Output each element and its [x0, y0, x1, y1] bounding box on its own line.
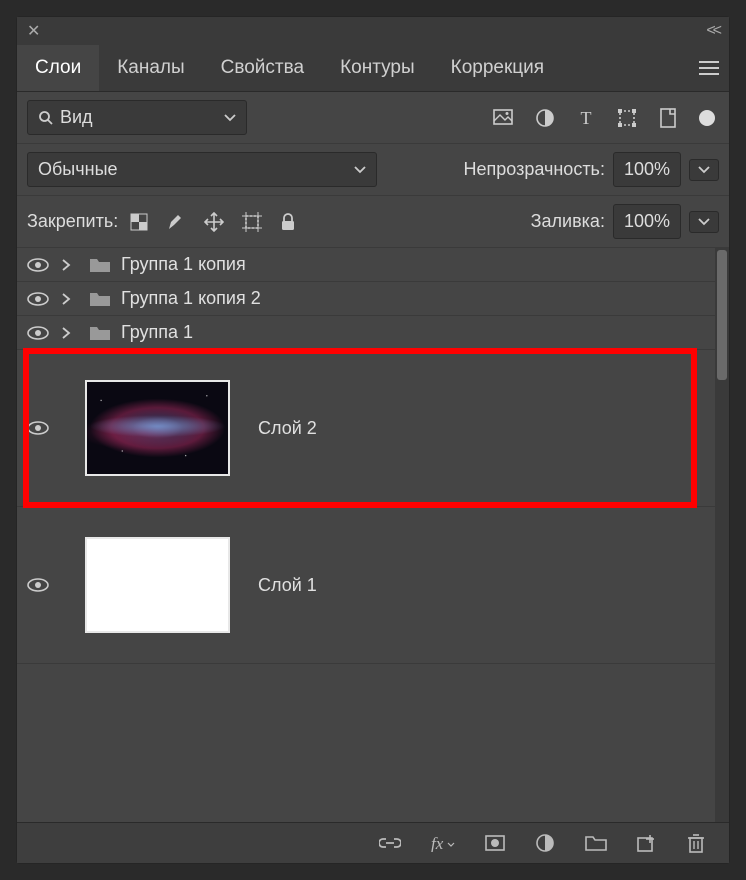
lock-transparency-icon[interactable]: [130, 213, 148, 231]
new-group-icon[interactable]: [585, 834, 607, 852]
filter-type-icon[interactable]: T: [577, 109, 595, 127]
layer-group-row[interactable]: Группа 1 копия: [17, 248, 715, 282]
tab-adjustments[interactable]: Коррекция: [433, 45, 562, 91]
folder-icon: [89, 290, 111, 308]
folder-icon: [89, 324, 111, 342]
layer-mask-icon[interactable]: [485, 835, 505, 851]
blend-mode-value: Обычные: [38, 159, 118, 180]
lock-pixels-icon[interactable]: [166, 212, 186, 232]
layers-footer: fx: [17, 822, 729, 863]
tab-channels[interactable]: Каналы: [99, 45, 202, 91]
panel-menu-icon[interactable]: [689, 45, 729, 91]
layer-name[interactable]: Группа 1: [121, 322, 193, 343]
layers-panel: ✕ << Слои Каналы Свойства Контуры Коррек…: [16, 16, 730, 864]
search-icon: [38, 110, 54, 126]
lock-row: Закрепить: Заливка: 100%: [17, 196, 729, 248]
svg-text:T: T: [581, 109, 592, 127]
tab-layers[interactable]: Слои: [17, 45, 99, 91]
layer-group-row[interactable]: Группа 1 копия 2: [17, 282, 715, 316]
layers-list: Группа 1 копия Группа 1 копия 2 Группа 1: [17, 248, 729, 822]
layer-name[interactable]: Слой 1: [258, 575, 317, 596]
layer-name[interactable]: Группа 1 копия 2: [121, 288, 261, 309]
visibility-toggle[interactable]: [25, 326, 51, 340]
folder-icon: [89, 256, 111, 274]
layer-name[interactable]: Группа 1 копия: [121, 254, 246, 275]
expand-toggle[interactable]: [61, 327, 79, 339]
lock-all-icon[interactable]: [280, 213, 296, 231]
lock-artboard-icon[interactable]: [242, 212, 262, 232]
close-icon[interactable]: ✕: [27, 21, 40, 41]
filter-label: Вид: [60, 107, 93, 128]
lock-position-icon[interactable]: [204, 212, 224, 232]
visibility-toggle[interactable]: [25, 292, 51, 306]
fill-value[interactable]: 100%: [613, 204, 681, 239]
chevron-down-icon: [224, 114, 236, 122]
filter-row: Вид T: [17, 92, 729, 144]
filter-pixel-icon[interactable]: [493, 109, 513, 127]
panel-tabs: Слои Каналы Свойства Контуры Коррекция: [17, 45, 729, 92]
visibility-toggle[interactable]: [25, 421, 51, 435]
layer-image-row[interactable]: Слой 1: [17, 507, 715, 664]
new-layer-icon[interactable]: [637, 834, 657, 852]
opacity-label: Непрозрачность:: [464, 159, 605, 180]
link-layers-icon[interactable]: [379, 836, 401, 850]
layers-scrollbar[interactable]: [715, 248, 729, 822]
tab-properties[interactable]: Свойства: [203, 45, 322, 91]
lock-label: Закрепить:: [27, 211, 118, 232]
tab-paths[interactable]: Контуры: [322, 45, 433, 91]
blend-row: Обычные Непрозрачность: 100%: [17, 144, 729, 196]
layer-thumbnail[interactable]: [85, 537, 230, 633]
filter-toggle[interactable]: [699, 110, 715, 126]
scrollbar-thumb[interactable]: [717, 250, 727, 380]
layer-group-row[interactable]: Группа 1: [17, 316, 715, 350]
chevron-down-icon: [354, 166, 366, 174]
filter-shape-icon[interactable]: [617, 108, 637, 128]
collapse-icon[interactable]: <<: [706, 22, 719, 40]
svg-text:fx: fx: [431, 834, 444, 852]
panel-titlebar: ✕ <<: [17, 17, 729, 45]
expand-toggle[interactable]: [61, 259, 79, 271]
filter-smartobject-icon[interactable]: [659, 108, 677, 128]
visibility-toggle[interactable]: [25, 578, 51, 592]
adjustment-layer-icon[interactable]: [535, 833, 555, 853]
blend-mode-dropdown[interactable]: Обычные: [27, 152, 377, 187]
layer-style-icon[interactable]: fx: [431, 834, 455, 852]
layer-filter-dropdown[interactable]: Вид: [27, 100, 247, 135]
fill-label: Заливка:: [531, 211, 605, 232]
layer-image-row[interactable]: Слой 2: [17, 350, 715, 507]
opacity-dropdown-button[interactable]: [689, 159, 719, 181]
filter-adjustment-icon[interactable]: [535, 108, 555, 128]
layer-name[interactable]: Слой 2: [258, 418, 317, 439]
fill-dropdown-button[interactable]: [689, 211, 719, 233]
opacity-value[interactable]: 100%: [613, 152, 681, 187]
expand-toggle[interactable]: [61, 293, 79, 305]
layer-thumbnail[interactable]: [85, 380, 230, 476]
delete-layer-icon[interactable]: [687, 833, 705, 853]
visibility-toggle[interactable]: [25, 258, 51, 272]
